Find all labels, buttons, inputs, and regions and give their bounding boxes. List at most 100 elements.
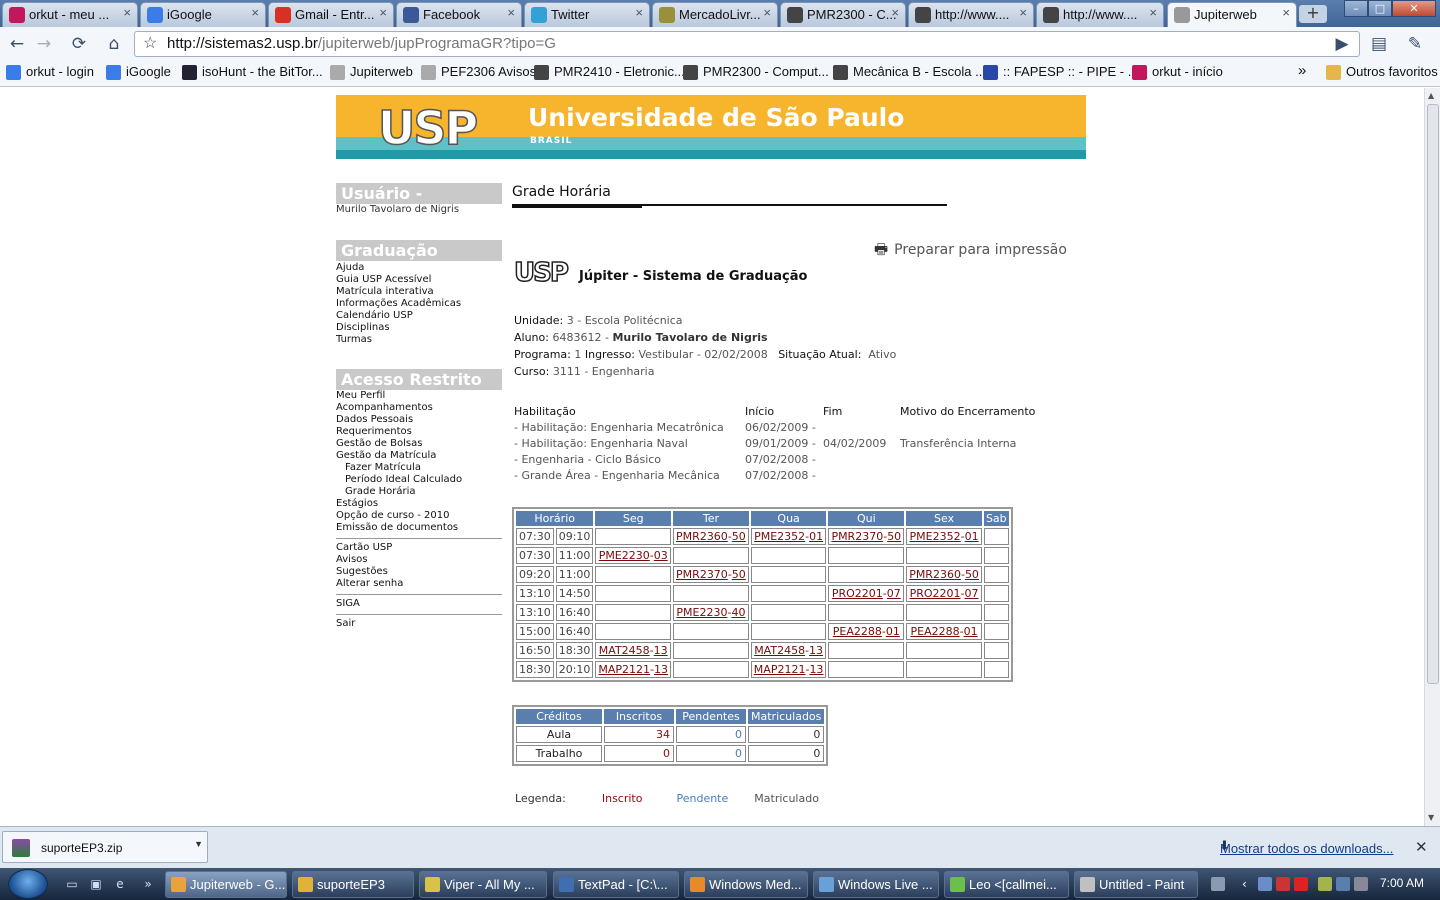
close-icon[interactable]: × — [635, 5, 643, 20]
browser-tab[interactable]: PMR2300 - C... × — [780, 2, 906, 27]
sidebar-link[interactable]: Cartão USP — [336, 542, 502, 554]
course-code-link[interactable]: PRO2201 — [910, 587, 961, 600]
sidebar-link[interactable]: Sugestões — [336, 566, 502, 578]
sidebar-link[interactable]: Calendário USP — [336, 310, 502, 322]
scroll-down-icon[interactable]: ▼ — [1428, 813, 1434, 822]
class-code-link[interactable]: 01 — [886, 625, 900, 638]
taskbar-button[interactable]: TextPad - [C:\... — [553, 871, 679, 898]
keyboard-icon[interactable] — [1211, 877, 1225, 891]
sidebar-link[interactable]: Matrícula interativa — [336, 286, 502, 298]
taskbar-button[interactable]: Windows Med... — [684, 871, 808, 898]
class-code-link[interactable]: 40 — [731, 606, 745, 619]
taskbar-button[interactable]: Untitled - Paint — [1074, 871, 1198, 898]
sidebar-link[interactable]: Turmas — [336, 334, 502, 346]
bookmark-item[interactable]: PEF2306 Avisos — [421, 64, 536, 80]
class-code-link[interactable]: 50 — [732, 530, 746, 543]
close-downloads-icon[interactable]: ✕ — [1415, 838, 1428, 856]
close-icon[interactable]: × — [123, 5, 131, 20]
bookmarks-overflow-chevron[interactable]: » — [1298, 62, 1306, 79]
browser-tab[interactable]: http://www.... × — [908, 2, 1034, 27]
close-window-icon[interactable]: ✕ — [1392, 0, 1436, 17]
network-icon[interactable] — [1336, 877, 1350, 891]
bookmark-item[interactable]: iGoogle — [106, 64, 171, 80]
minimize-icon[interactable]: – — [1344, 0, 1368, 17]
reload-icon[interactable]: ⟳ — [68, 33, 90, 55]
class-code-link[interactable]: 07 — [887, 587, 901, 600]
sidebar-link[interactable]: Meu Perfil — [336, 390, 502, 402]
course-code-link[interactable]: MAT2458 — [599, 644, 650, 657]
taskbar-button[interactable]: Leo <[callmei... — [944, 871, 1069, 898]
bookmark-item[interactable]: orkut - login — [6, 64, 94, 80]
vertical-scrollbar[interactable]: ▲ ▼ — [1424, 88, 1440, 826]
sidebar-link[interactable]: Dados Pessoais — [336, 414, 502, 426]
course-code-link[interactable]: PME2230 — [599, 549, 650, 562]
chevron-down-icon[interactable]: ▼ — [194, 839, 203, 849]
course-code-link[interactable]: PRO2201 — [832, 587, 883, 600]
sidebar-link[interactable]: Alterar senha — [336, 578, 502, 590]
bookmark-item[interactable]: isoHunt - the BitTor... — [182, 64, 323, 80]
bookmark-item[interactable]: PMR2300 - Comput... — [683, 64, 829, 80]
quicklaunch-chevron-icon[interactable]: » — [140, 876, 156, 892]
sidebar-link[interactable]: Informações Acadêmicas — [336, 298, 502, 310]
page-menu-icon[interactable]: ▤ — [1368, 33, 1390, 55]
sidebar-link[interactable]: Gestão de Bolsas — [336, 438, 502, 450]
sidebar-link[interactable]: Emissão de documentos — [336, 522, 502, 534]
taskbar-button[interactable]: suporteEP3 — [292, 871, 414, 898]
close-icon[interactable]: × — [1019, 5, 1027, 20]
bookmark-item[interactable]: Jupiterweb — [330, 64, 413, 80]
browser-tab[interactable]: Jupiterweb × — [1167, 2, 1297, 28]
course-code-link[interactable]: PME2230 — [676, 606, 727, 619]
class-code-link[interactable]: 01 — [965, 530, 979, 543]
sidebar-link[interactable]: Fazer Matrícula — [336, 462, 502, 474]
course-code-link[interactable]: MAP2121 — [598, 663, 650, 676]
browser-tab[interactable]: iGoogle × — [140, 2, 266, 27]
class-code-link[interactable]: 03 — [654, 549, 668, 562]
sidebar-link[interactable]: Grade Horária — [336, 486, 502, 498]
class-code-link[interactable]: 01 — [964, 625, 978, 638]
bookmark-item[interactable]: orkut - início — [1132, 64, 1223, 80]
play-icon[interactable]: ▶ — [1331, 33, 1353, 55]
sidebar-link[interactable]: Requerimentos — [336, 426, 502, 438]
scroll-up-icon[interactable]: ▲ — [1428, 91, 1434, 100]
browser-tab[interactable]: Gmail - Entr... × — [268, 2, 394, 27]
course-code-link[interactable]: PME2352 — [910, 530, 961, 543]
class-code-link[interactable]: 13 — [809, 663, 823, 676]
forward-icon[interactable]: → — [33, 33, 55, 55]
bookmark-item[interactable]: PMR2410 - Eletronic... — [534, 64, 685, 80]
internet-explorer-icon[interactable]: e — [112, 876, 128, 892]
course-code-link[interactable]: PMR2370 — [831, 530, 883, 543]
close-icon[interactable]: × — [1149, 5, 1157, 20]
sidebar-link[interactable]: Acompanhamentos — [336, 402, 502, 414]
acrobat-icon[interactable] — [1294, 877, 1308, 891]
siga-link[interactable]: SIGA — [336, 598, 502, 610]
wrench-icon[interactable]: ✎ — [1404, 33, 1426, 55]
back-icon[interactable]: ← — [6, 33, 28, 55]
home-icon[interactable]: ⌂ — [103, 33, 125, 55]
class-code-link[interactable]: 13 — [654, 663, 668, 676]
sidebar-link[interactable]: Opção de curso - 2010 — [336, 510, 502, 522]
maximize-icon[interactable]: □ — [1368, 0, 1392, 17]
browser-tab[interactable]: Facebook × — [396, 2, 522, 27]
class-code-link[interactable]: 50 — [887, 530, 901, 543]
sidebar-link[interactable]: Gestão da Matrícula — [336, 450, 502, 462]
star-bookmark-icon[interactable]: ☆ — [143, 32, 157, 56]
course-code-link[interactable]: PEA2288 — [833, 625, 882, 638]
tray-chevron-icon[interactable]: ‹ — [1242, 877, 1256, 891]
sidebar-link[interactable]: Guia USP Acessível — [336, 274, 502, 286]
close-icon[interactable]: × — [379, 5, 387, 20]
close-icon[interactable]: × — [251, 5, 259, 20]
explorer-icon[interactable]: ▣ — [88, 876, 104, 892]
sidebar-link[interactable]: Disciplinas — [336, 322, 502, 334]
course-code-link[interactable]: PME2352 — [754, 530, 805, 543]
course-code-link[interactable]: MAP2121 — [754, 663, 806, 676]
taskbar-button[interactable]: Jupiterweb - G... — [165, 871, 287, 898]
logout-link[interactable]: Sair — [336, 618, 502, 630]
download-item[interactable]: suporteEP3.zip ▼ — [2, 831, 208, 863]
usp-logo[interactable]: USP — [377, 100, 479, 156]
close-icon[interactable]: × — [891, 5, 899, 20]
bookmark-item[interactable]: :: FAPESP :: - PIPE - ... — [983, 64, 1139, 80]
course-code-link[interactable]: MAT2458 — [754, 644, 805, 657]
show-all-downloads-link[interactable]: Mostrar todos os downloads... — [1220, 841, 1393, 856]
browser-tab[interactable]: http://www.... × — [1036, 2, 1164, 27]
address-bar[interactable]: ☆ http://sistemas2.usp.br/jupiterweb/jup… — [134, 31, 1360, 57]
